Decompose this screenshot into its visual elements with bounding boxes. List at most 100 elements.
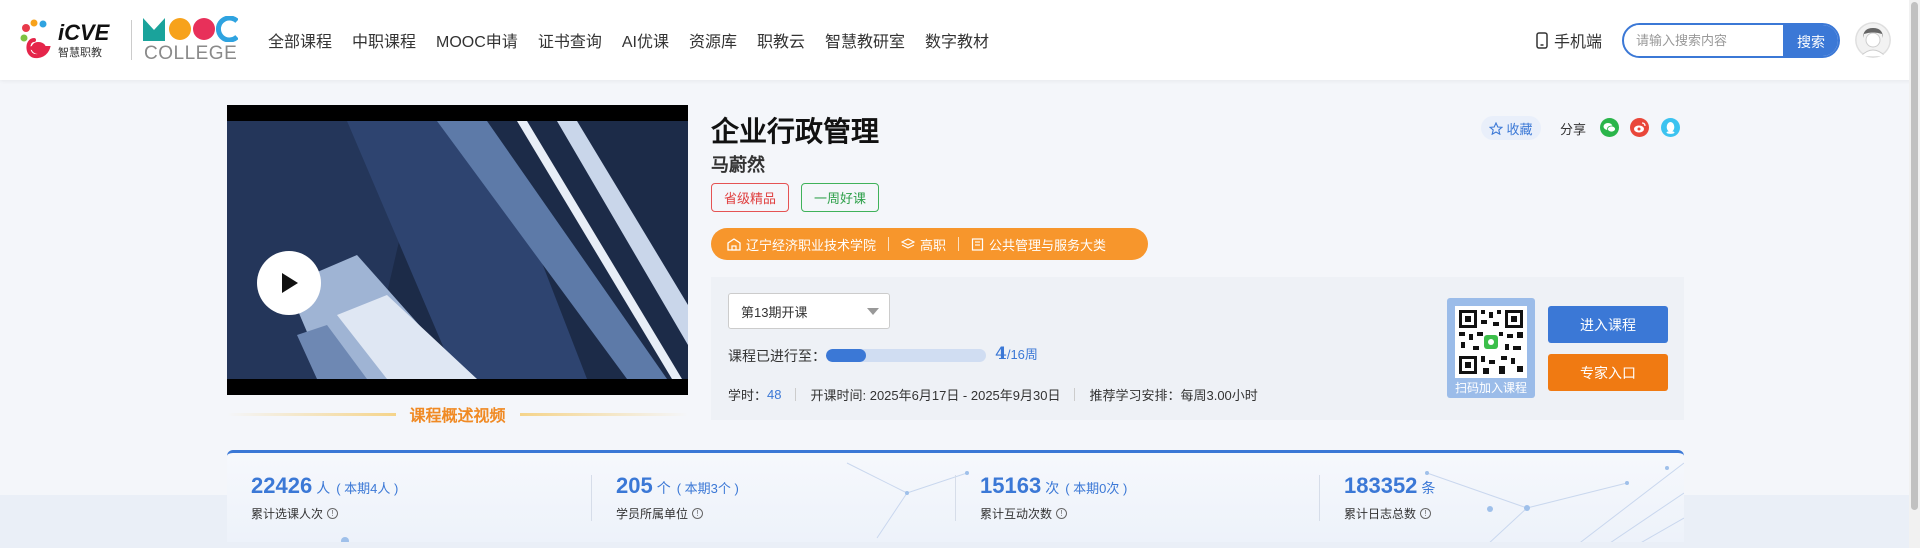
book-icon: [971, 237, 984, 251]
tag-provincial-quality: 省级精品: [711, 183, 790, 212]
stat-label: 累计选课人次: [251, 507, 324, 521]
icve-logo[interactable]: iCVE 智慧职教: [18, 18, 126, 62]
stat-number: 183352: [1344, 473, 1418, 498]
wechat-share-icon[interactable]: [1600, 118, 1619, 137]
qr-label: 扫码加入课程: [1454, 381, 1527, 395]
caption-line-left: [227, 412, 396, 416]
info-icon[interactable]: !: [327, 508, 339, 519]
caption-line-right: [519, 412, 689, 416]
play-button[interactable]: [257, 251, 321, 315]
video-caption: 课程概述视频: [227, 402, 689, 426]
school-info-bar: 辽宁经济职业技术学院 高职 公共管理与服务大类: [711, 228, 1148, 260]
svg-text:智慧职教: 智慧职教: [58, 45, 102, 59]
qr-join-box[interactable]: 扫码加入课程: [1447, 298, 1535, 398]
weibo-share-icon[interactable]: [1630, 118, 1649, 137]
category-segment: 公共管理与服务大类: [971, 235, 1106, 254]
hours-label: 学时：: [728, 388, 768, 403]
school-segment[interactable]: 辽宁经济职业技术学院: [727, 235, 876, 254]
major-category: 公共管理与服务大类: [989, 237, 1107, 253]
stat-divider: [591, 475, 592, 521]
page-scrollbar[interactable]: [1909, 0, 1920, 548]
nav-digital-textbooks[interactable]: 数字教材: [925, 28, 989, 52]
course-title: 企业行政管理: [711, 116, 880, 147]
favorite-button[interactable]: 收藏: [1481, 116, 1541, 140]
progress-label: 课程已进行至：: [728, 348, 826, 364]
nav-resource-library[interactable]: 资源库: [689, 28, 737, 52]
expert-entry-button[interactable]: 专家入口: [1548, 354, 1668, 391]
mobile-app-link[interactable]: 手机端: [1536, 28, 1602, 52]
stat-label: 学员所属单位: [616, 507, 689, 521]
term-select-value: 第13期开课: [741, 304, 808, 320]
course-dates: 开课时间: 2025年6月17日 - 2025年9月30日: [810, 388, 1061, 403]
study-schedule: 推荐学习安排：每周3.00小时: [1089, 388, 1258, 403]
stat-total-enrollment: 22426 人 ( 本期4人 ) 累计选课人次!: [251, 473, 398, 522]
nav-all-courses[interactable]: 全部课程: [268, 28, 332, 52]
stat-number: 15163: [980, 473, 1042, 498]
search-button[interactable]: 搜索: [1783, 25, 1838, 56]
stat-unit: 次: [1045, 480, 1060, 496]
stat-total-interactions: 15163 次 ( 本期0次 ) 累计互动次数!: [980, 473, 1127, 522]
level-segment: 高职: [901, 235, 946, 254]
meta-divider: [1074, 388, 1076, 401]
building-icon: [727, 237, 741, 251]
video-caption-text: 课程概述视频: [409, 408, 506, 425]
term-select[interactable]: 第13期开课: [728, 293, 890, 329]
course-intro-video[interactable]: [227, 105, 688, 395]
info-icon[interactable]: !: [692, 508, 704, 519]
stat-divider: [1319, 475, 1320, 521]
stat-unit: 条: [1421, 480, 1436, 496]
layers-icon: [901, 237, 916, 249]
qq-share-icon[interactable]: [1661, 118, 1680, 137]
stat-label: 累计日志总数: [1344, 507, 1417, 521]
stat-total-logs: 183352 条 累计日志总数!: [1344, 473, 1441, 522]
course-session-panel: 第13期开课 课程已进行至： 4/16周 学时： 48 开课时间: 2025年6…: [711, 277, 1684, 420]
hours-value: 48: [767, 387, 782, 402]
phone-icon: [1536, 31, 1548, 49]
stat-unit: 个: [656, 480, 671, 496]
progress-bar-fill: [826, 349, 866, 362]
college-wordmark: COLLEGE: [144, 43, 238, 64]
school-bar-divider: [888, 237, 890, 251]
stat-unit: 人: [316, 480, 331, 496]
search-input[interactable]: [1636, 25, 1776, 56]
info-icon[interactable]: !: [1420, 508, 1432, 519]
nav-certificate-query[interactable]: 证书查询: [538, 28, 602, 52]
mobile-link-label: 手机端: [1554, 34, 1603, 51]
progress-bar: [826, 349, 986, 362]
search-box: 搜索: [1622, 23, 1840, 58]
mooc-college-logo[interactable]: COLLEGE: [142, 16, 242, 64]
play-icon: [282, 273, 298, 293]
logo-divider: [131, 20, 132, 60]
mooc-wordmark: [142, 16, 238, 42]
qr-code-image: [1455, 306, 1527, 378]
stat-label: 累计互动次数: [980, 507, 1053, 521]
nav-mooc-apply[interactable]: MOOC申请: [436, 28, 518, 52]
progress-total-weeks: /16周: [1006, 347, 1038, 362]
progress-weeks: 4/16周: [995, 344, 1038, 364]
star-icon: [1489, 121, 1504, 135]
meta-divider: [795, 388, 797, 401]
stat-current-term: ( 本期3个 ): [676, 481, 739, 496]
stat-current-term: ( 本期4人 ): [336, 481, 399, 496]
nav-secondary-courses[interactable]: 中职课程: [352, 28, 416, 52]
progress-current-week: 4: [995, 344, 1007, 364]
nav-vocational-cloud[interactable]: 职教云: [757, 28, 805, 52]
chevron-down-icon: [867, 308, 879, 315]
scrollbar-thumb[interactable]: [1911, 2, 1918, 510]
nav-ai-courses[interactable]: AI优课: [622, 28, 669, 52]
course-meta-row: 学时： 48 开课时间: 2025年6月17日 - 2025年9月30日 推荐学…: [728, 385, 1258, 404]
favorite-label: 收藏: [1506, 121, 1533, 137]
stat-number: 22426: [251, 473, 313, 498]
stat-student-units: 205 个 ( 本期3个 ) 学员所属单位!: [616, 473, 739, 522]
nav-smart-teaching-room[interactable]: 智慧教研室: [825, 28, 905, 52]
enter-course-button[interactable]: 进入课程: [1548, 306, 1668, 343]
user-avatar[interactable]: [1855, 22, 1891, 58]
stat-divider: [955, 475, 956, 521]
teacher-name[interactable]: 马蔚然: [711, 151, 765, 177]
video-thumbnail: [227, 105, 688, 395]
education-level: 高职: [920, 237, 947, 253]
info-icon[interactable]: !: [1056, 508, 1068, 519]
stat-number: 205: [616, 473, 653, 498]
share-label: 分享: [1560, 122, 1587, 137]
school-bar-divider: [958, 237, 960, 251]
